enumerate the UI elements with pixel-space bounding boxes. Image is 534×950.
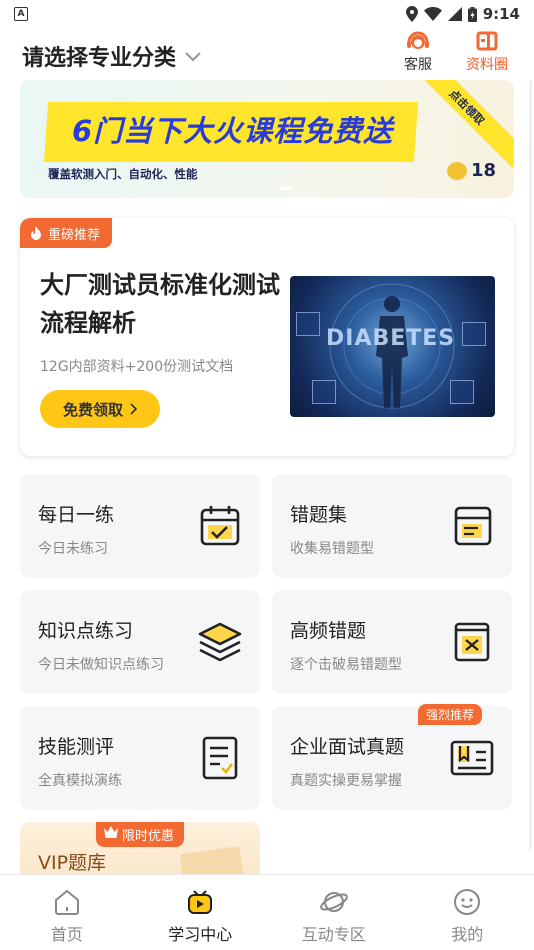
status-time: 9:14: [482, 5, 520, 23]
recommend-image: DIABETES: [290, 276, 495, 417]
tile-knowledge-practice[interactable]: 知识点练习 今日未做知识点练习: [20, 590, 260, 694]
image-panel: [462, 322, 486, 346]
recommend-tag: 重磅推荐: [20, 218, 113, 248]
material-circle-button[interactable]: 资料圈: [466, 30, 508, 74]
image-panel: [296, 312, 320, 336]
tile-interview-questions[interactable]: 强烈推荐 企业面试真题 真题实操更易掌握: [272, 704, 512, 810]
tile-frequent-errors[interactable]: 高频错题 逐个击破易错题型: [272, 590, 512, 694]
status-right: 9:14: [405, 5, 520, 23]
top-header: 请选择专业分类 客服 资料圈: [0, 30, 534, 78]
banner-badge-number: 18: [470, 160, 496, 181]
tab-mine[interactable]: 我的: [401, 875, 534, 950]
notebook-icon: [454, 506, 492, 546]
material-book-icon: [476, 31, 498, 51]
crown-icon: [104, 826, 118, 838]
chevron-down-icon: [184, 46, 202, 67]
tile-desc: 今日未练习: [38, 541, 108, 557]
wifi-icon: [423, 7, 442, 21]
tile-title: 错题集: [290, 504, 348, 526]
service-label: 客服: [404, 57, 432, 73]
signal-icon: [447, 7, 462, 21]
tab-label: 首页: [50, 925, 83, 944]
tile-title: 高频错题: [290, 620, 367, 642]
tab-learning-center[interactable]: 学习中心: [134, 875, 268, 950]
notification-a-icon: A: [14, 7, 28, 21]
tile-skill-assessment[interactable]: 技能测评 全真模拟演练: [20, 706, 260, 810]
tab-interactive-zone[interactable]: 互动专区: [267, 875, 401, 950]
tile-title: 知识点练习: [38, 620, 134, 642]
checklist-icon: [202, 736, 238, 780]
image-panel: [312, 380, 336, 404]
hot-recommend-tag: 强烈推荐: [417, 704, 482, 725]
vip-card-illustration: [179, 846, 245, 874]
recommend-tag-label: 重磅推荐: [48, 227, 101, 243]
image-panel: [450, 380, 474, 404]
battery-icon: [467, 6, 477, 22]
headset-icon: [407, 31, 429, 49]
material-label: 资料圈: [466, 57, 508, 73]
vip-title: VIP题库: [38, 852, 107, 874]
category-selector[interactable]: 请选择专业分类: [22, 40, 202, 72]
tab-label: 我的: [451, 925, 484, 944]
tile-desc: 收集易错题型: [290, 541, 374, 557]
tile-title: 技能测评: [38, 736, 115, 758]
smile-icon: [454, 889, 481, 915]
recommend-image-text: DIABETES: [326, 326, 456, 351]
tab-home[interactable]: 首页: [0, 875, 134, 950]
vip-question-bank-card[interactable]: 限时优惠 VIP题库: [20, 822, 260, 874]
tab-label: 互动专区: [301, 925, 366, 944]
recommend-title: 大厂测试员标准化测试流程解析: [40, 271, 280, 337]
banner-page-indicator: [279, 187, 293, 190]
customer-service-button[interactable]: 客服: [404, 30, 432, 74]
layers-icon: [198, 622, 242, 662]
limited-offer-label: 限时优惠: [122, 829, 175, 844]
tile-desc: 逐个击破易错题型: [290, 657, 402, 673]
free-claim-button[interactable]: 免费领取: [40, 390, 160, 428]
tile-desc: 真题实操更易掌握: [290, 773, 402, 789]
banner-title: 6门当下大火课程免费送: [72, 114, 394, 148]
tile-daily-practice[interactable]: 每日一练 今日未练习: [20, 474, 260, 578]
open-book-icon: [450, 740, 494, 776]
recommend-desc: 12G内部资料+200份测试文档: [40, 359, 234, 375]
promo-banner[interactable]: 6门当下大火课程免费送 覆盖软测入门、自动化、性能 点击领取 18: [20, 80, 514, 198]
flame-icon: [31, 226, 41, 240]
home-icon: [54, 889, 79, 915]
tile-desc: 全真模拟演练: [38, 773, 122, 789]
banner-badge: 18: [446, 160, 496, 181]
bottom-tab-bar: 首页 学习中心 互动专区 我的: [0, 874, 534, 950]
tab-label: 学习中心: [168, 925, 233, 944]
tile-title: 每日一练: [38, 504, 115, 526]
limited-offer-tag: 限时优惠: [96, 822, 185, 847]
status-bar: A 9:14: [0, 0, 534, 28]
free-claim-label: 免费领取: [62, 400, 123, 419]
category-label: 请选择专业分类: [22, 46, 177, 71]
book-x-icon: [454, 622, 490, 662]
planet-icon: [319, 892, 348, 912]
tile-title: 企业面试真题: [290, 736, 405, 758]
banner-corner-label: 点击领取: [406, 80, 514, 168]
tile-desc: 今日未做知识点练习: [38, 657, 164, 673]
play-icon: [188, 890, 213, 914]
scrollbar[interactable]: [529, 80, 532, 850]
mascot-icon: [446, 161, 467, 180]
calendar-check-icon: [200, 506, 240, 546]
chevron-right-icon: [130, 403, 137, 415]
recommend-card[interactable]: 重磅推荐 大厂测试员标准化测试流程解析 12G内部资料+200份测试文档 免费领…: [20, 218, 514, 456]
location-icon: [405, 6, 418, 22]
banner-subtitle: 覆盖软测入门、自动化、性能: [48, 167, 198, 181]
tile-wrong-set[interactable]: 错题集 收集易错题型: [272, 474, 512, 578]
